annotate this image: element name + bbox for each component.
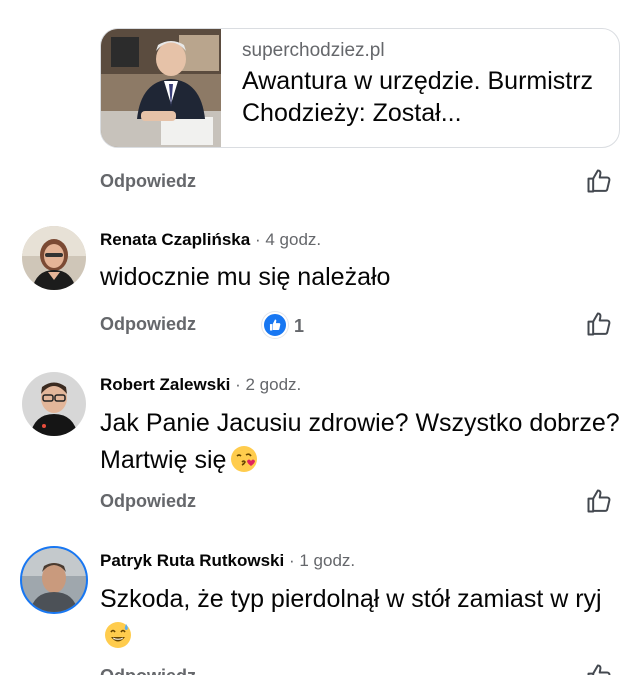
comment-text: widocznie mu się należało — [100, 263, 391, 291]
comment-body: Jak Panie Jacusiu zdrowie? Wszystko dobr… — [100, 405, 620, 479]
thumbs-up-icon[interactable] — [262, 312, 288, 338]
avatar[interactable] — [22, 548, 86, 612]
face-blowing-kiss-emoji — [230, 445, 258, 473]
grinning-sweat-emoji — [104, 621, 132, 649]
comment-body: Szkoda, że typ pierdolnął w stół zamiast… — [100, 581, 610, 655]
comment-time[interactable]: · 4 godz. — [255, 230, 321, 249]
like-icon[interactable] — [585, 167, 613, 195]
comment-text: Jak Panie Jacusiu zdrowie? Wszystko dobr… — [100, 409, 620, 474]
avatar[interactable] — [22, 226, 86, 290]
reply-button[interactable]: Odpowiedz — [100, 666, 196, 675]
reply-button[interactable]: Odpowiedz — [100, 171, 196, 192]
link-domain: superchodziez.pl — [242, 40, 385, 61]
comment-author[interactable]: Renata Czaplińska — [100, 230, 250, 249]
like-icon[interactable] — [585, 310, 613, 338]
link-thumbnail-image — [101, 29, 221, 147]
reply-button[interactable]: Odpowiedz — [100, 314, 196, 335]
comment-author[interactable]: Robert Zalewski — [100, 375, 230, 394]
comment-time[interactable]: · 1 godz. — [289, 551, 355, 570]
comment-author-line: Renata Czaplińska · 4 godz. — [100, 230, 321, 250]
reaction-count[interactable]: 1 — [294, 316, 304, 337]
comment-author[interactable]: Patryk Ruta Rutkowski — [100, 551, 284, 570]
comment-author-line: Patryk Ruta Rutkowski · 1 godz. — [100, 551, 355, 571]
avatar[interactable] — [22, 372, 86, 436]
comment-author-line: Robert Zalewski · 2 godz. — [100, 375, 301, 395]
comment-time[interactable]: · 2 godz. — [235, 375, 301, 394]
like-icon[interactable] — [585, 487, 613, 515]
truncated-previous-text — [100, 0, 250, 2]
like-icon[interactable] — [585, 662, 613, 675]
link-preview-card[interactable]: superchodziez.pl Awantura w urzędzie. Bu… — [100, 28, 620, 148]
comment-text: Szkoda, że typ pierdolnął w stół zamiast… — [100, 585, 602, 613]
link-title[interactable]: Awantura w urzędzie. Burmistrz Chodzieży… — [242, 65, 612, 129]
reply-button[interactable]: Odpowiedz — [100, 491, 196, 512]
